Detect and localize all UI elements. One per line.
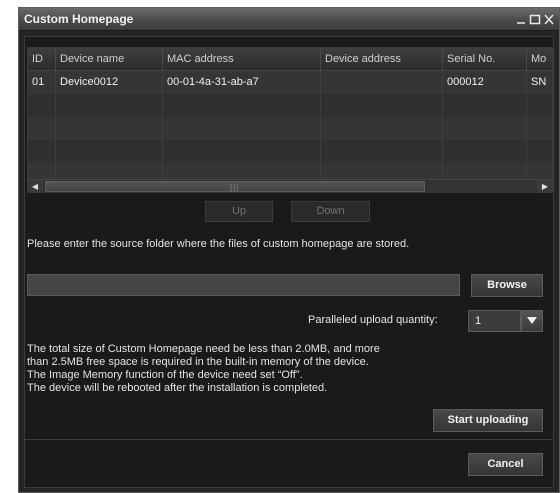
column-header-device-address[interactable]: Device address <box>321 48 443 71</box>
cell-id: 01 <box>28 71 56 94</box>
window-controls <box>515 10 555 28</box>
scroll-left-arrow-icon[interactable]: ◀ <box>27 180 43 193</box>
start-uploading-button[interactable]: Start uploading <box>433 409 543 432</box>
source-folder-input[interactable] <box>27 274 460 296</box>
note-line: than 2.5MB free space is required in the… <box>27 356 369 368</box>
dropdown-arrow-icon[interactable] <box>521 310 543 332</box>
column-header-model[interactable]: Mo <box>527 48 552 71</box>
cell-serial-no: 000012 <box>443 71 527 94</box>
cell-device-address <box>321 71 443 94</box>
up-button[interactable]: Up <box>205 201 273 222</box>
note-line: The total size of Custom Homepage need b… <box>27 343 380 355</box>
empty-row <box>28 94 552 117</box>
note-line: The device will be rebooted after the in… <box>27 382 328 394</box>
column-header-mac-address[interactable]: MAC address <box>163 48 321 71</box>
divider <box>25 439 553 440</box>
upload-quantity-label: Paralleled upload quantity: <box>308 314 438 326</box>
title-bar[interactable]: Custom Homepage <box>19 8 559 31</box>
window-title: Custom Homepage <box>24 12 134 26</box>
column-header-id[interactable]: ID <box>28 48 56 71</box>
maximize-icon[interactable] <box>529 10 541 28</box>
browse-button[interactable]: Browse <box>471 274 543 297</box>
column-header-device-name[interactable]: Device name <box>56 48 163 71</box>
down-button[interactable]: Down <box>291 201 370 222</box>
table-row[interactable]: 01 Device0012 00-01-4a-31-ab-a7 000012 S… <box>28 71 552 94</box>
horizontal-scrollbar[interactable]: ◀ ||| ▶ <box>27 179 553 193</box>
minimize-icon[interactable] <box>515 10 527 28</box>
table-header: ID Device name MAC address Device addres… <box>28 48 552 71</box>
scroll-right-arrow-icon[interactable]: ▶ <box>537 180 553 193</box>
cell-device-name: Device0012 <box>56 71 163 94</box>
device-table: ID Device name MAC address Device addres… <box>27 47 553 190</box>
custom-homepage-window: Custom Homepage ID Device name MAC addre… <box>18 7 560 493</box>
empty-row <box>28 117 552 140</box>
grip-icon: ||| <box>230 183 240 192</box>
column-header-serial-no[interactable]: Serial No. <box>443 48 527 71</box>
installation-notes: The total size of Custom Homepage need b… <box>27 343 380 395</box>
content-panel: ID Device name MAC address Device addres… <box>24 36 554 488</box>
cell-mac-address: 00-01-4a-31-ab-a7 <box>163 71 321 94</box>
scrollbar-thumb[interactable]: ||| <box>45 181 425 192</box>
cell-model: SN <box>527 71 552 94</box>
note-line: The Image Memory function of the device … <box>27 369 303 381</box>
source-folder-prompt: Please enter the source folder where the… <box>27 238 410 250</box>
cancel-button[interactable]: Cancel <box>468 453 543 476</box>
close-icon[interactable] <box>543 10 555 28</box>
empty-row <box>28 140 552 163</box>
upload-quantity-select[interactable]: 1 <box>468 310 521 332</box>
